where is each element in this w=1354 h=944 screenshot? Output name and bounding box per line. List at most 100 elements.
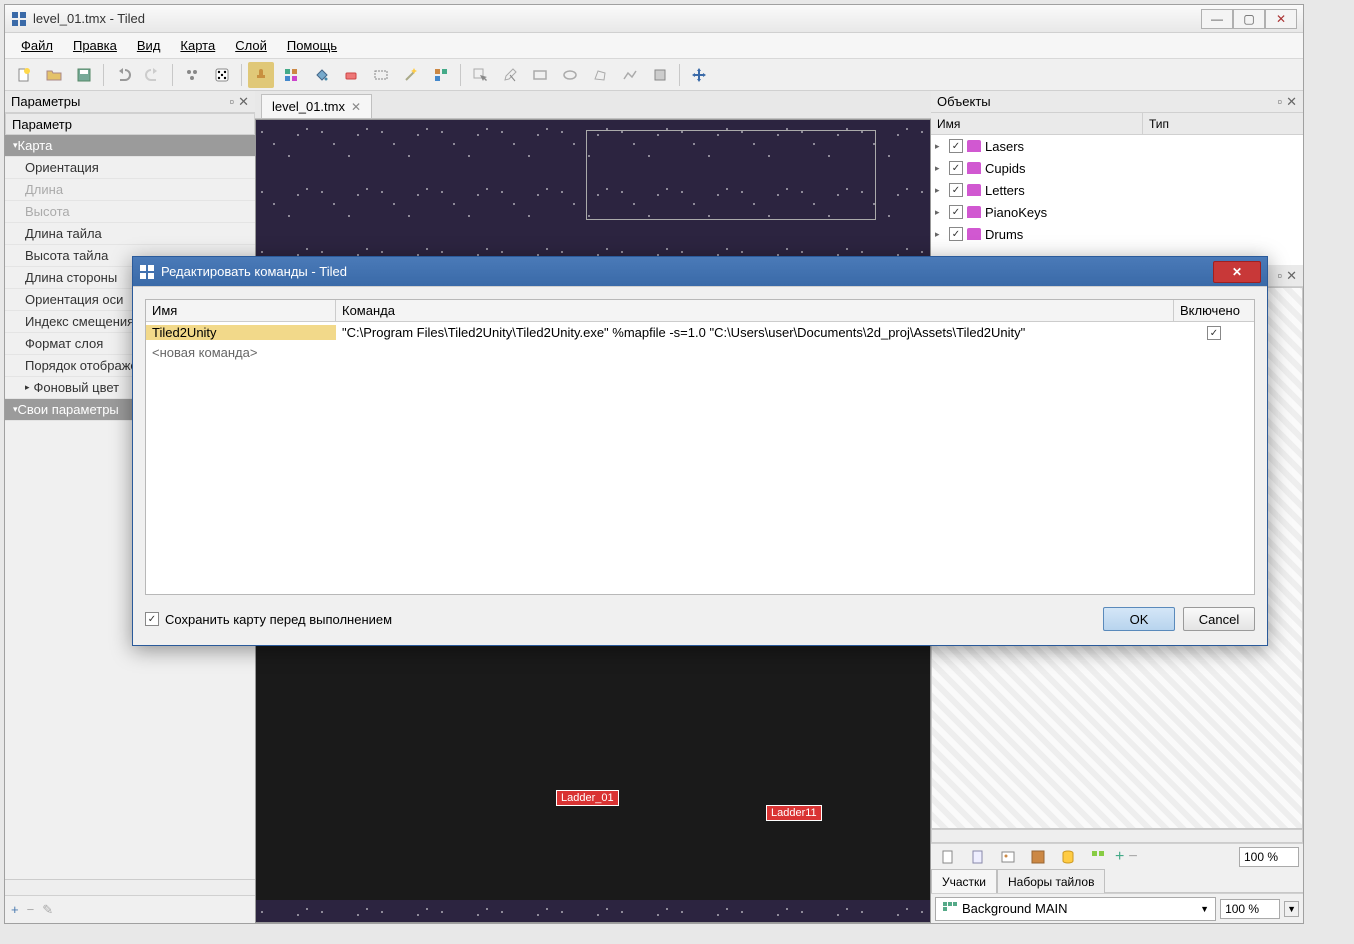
save-icon[interactable] [71,62,97,88]
dialog-close-button[interactable]: ✕ [1213,261,1261,283]
prop-length[interactable]: Длина [5,179,255,201]
disclosure-icon[interactable]: ▸ [935,141,945,152]
object-row[interactable]: ▸ ✓ PianoKeys [931,201,1303,223]
ts-new-icon[interactable] [935,844,961,870]
menu-edit[interactable]: Правка [65,36,125,55]
titlebar: level_01.tmx - Tiled — ▢ ✕ [5,5,1303,33]
command-row[interactable]: Tiled2Unity "C:\Program Files\Tiled2Unit… [146,322,1254,342]
menubar: Файл Правка Вид Карта Слой Помощь [5,33,1303,59]
obj-edit-icon[interactable] [497,62,523,88]
tileset-scrollbar[interactable] [931,829,1303,843]
add-prop-icon[interactable]: + [11,902,19,917]
dock-icon[interactable]: ▫ [1277,94,1282,110]
object-visibility-checkbox[interactable]: ✓ [949,227,963,241]
ts-db-icon[interactable] [1055,844,1081,870]
prop-orientation[interactable]: Ориентация [5,157,255,179]
minimize-button[interactable]: — [1201,9,1233,29]
ts-grid-icon[interactable] [1085,844,1111,870]
prop-tile-length[interactable]: Длина тайла [5,223,255,245]
dialog-title: Редактировать команды - Tiled [161,264,1213,279]
tile-obj-icon[interactable] [647,62,673,88]
command-name[interactable]: Tiled2Unity [146,325,336,340]
disclosure-icon[interactable]: ▸ [935,229,945,240]
cancel-button[interactable]: Cancel [1183,607,1255,631]
disclosure-icon[interactable]: ▸ [935,163,945,174]
ts-doc-icon[interactable] [965,844,991,870]
col-name-header[interactable]: Имя [146,300,336,321]
ts-image-icon[interactable] [995,844,1021,870]
object-row[interactable]: ▸✓Lasers [931,135,1303,157]
command-icon[interactable] [179,62,205,88]
command-text[interactable]: "C:\Program Files\Tiled2Unity\Tiled2Unit… [336,325,1174,340]
properties-panel-header: Параметры ▫✕ [5,91,255,113]
prop-group-map[interactable]: Карта [5,135,255,157]
save-before-checkbox[interactable]: ✓ Сохранить карту перед выполнением [145,612,392,627]
ellipse-tool-icon[interactable] [557,62,583,88]
polygon-tool-icon[interactable] [587,62,613,88]
scrollbar-h[interactable] [5,879,255,895]
ts-export-icon[interactable] [1025,844,1051,870]
main-zoom[interactable]: 100 % [1220,899,1280,919]
ts-add-icon[interactable]: + [1115,848,1124,866]
open-icon[interactable] [41,62,67,88]
maximize-button[interactable]: ▢ [1233,9,1265,29]
menu-help[interactable]: Помощь [279,36,345,55]
stamp-tool-icon[interactable] [248,62,274,88]
prop-height[interactable]: Высота [5,201,255,223]
object-row[interactable]: ▸✓Drums [931,223,1303,245]
objects-panel-header: Объекты ▫✕ [931,91,1303,113]
object-visibility-checkbox[interactable]: ✓ [949,205,963,219]
ts-remove-icon[interactable]: − [1128,848,1137,866]
object-visibility-checkbox[interactable]: ✓ [949,161,963,175]
dock-icon[interactable]: ▫ [229,94,234,110]
redo-icon[interactable] [140,62,166,88]
object-visibility-checkbox[interactable]: ✓ [949,139,963,153]
object-visibility-checkbox[interactable]: ✓ [949,183,963,197]
tab-patches[interactable]: Участки [931,869,997,893]
ok-button[interactable]: OK [1103,607,1175,631]
commands-table: Имя Команда Включено Tiled2Unity "C:\Pro… [145,299,1255,595]
tab-close-icon[interactable]: ✕ [351,100,361,114]
wand-tool-icon[interactable] [398,62,424,88]
app-icon [11,11,27,27]
command-enabled-checkbox[interactable]: ✓ [1207,326,1221,340]
object-name: PianoKeys [985,205,1047,220]
menu-map[interactable]: Карта [172,36,223,55]
object-label-ladder11[interactable]: Ladder11 [766,805,822,821]
disclosure-icon[interactable]: ▸ [935,207,945,218]
undo-icon[interactable] [110,62,136,88]
close-button[interactable]: ✕ [1265,9,1297,29]
document-tab[interactable]: level_01.tmx ✕ [261,94,372,118]
new-command-row[interactable]: <новая команда> [146,342,1254,362]
obj-select-icon[interactable] [467,62,493,88]
tileset-zoom[interactable]: 100 % [1239,847,1299,867]
bucket-tool-icon[interactable] [308,62,334,88]
rect-tool-icon[interactable] [527,62,553,88]
object-row[interactable]: ▸ ✓ Letters [931,179,1303,201]
menu-view[interactable]: Вид [129,36,169,55]
remove-prop-icon[interactable]: − [27,902,35,917]
random-icon[interactable] [209,62,235,88]
panel-close-icon[interactable]: ✕ [1286,94,1297,110]
move-icon[interactable] [686,62,712,88]
properties-column-header: Параметр [5,113,255,135]
edit-prop-icon[interactable]: ✎ [42,902,53,918]
object-label-ladder01[interactable]: Ladder_01 [556,790,619,806]
select-same-icon[interactable] [428,62,454,88]
zoom-dropdown-icon[interactable]: ▼ [1284,901,1299,917]
eraser-tool-icon[interactable] [338,62,364,88]
object-row[interactable]: ▸✓Cupids [931,157,1303,179]
object-name: Letters [985,183,1025,198]
disclosure-icon[interactable]: ▸ [935,185,945,196]
panel-close-icon[interactable]: ✕ [238,94,249,110]
menu-file[interactable]: Файл [13,36,61,55]
col-enabled-header[interactable]: Включено [1174,300,1254,321]
menu-layer[interactable]: Слой [227,36,275,55]
select-rect-icon[interactable] [368,62,394,88]
tileset-select[interactable]: Background MAIN ▼ [935,897,1216,921]
col-command-header[interactable]: Команда [336,300,1174,321]
new-icon[interactable] [11,62,37,88]
polyline-tool-icon[interactable] [617,62,643,88]
tab-tilesets[interactable]: Наборы тайлов [997,869,1105,893]
terrain-tool-icon[interactable] [278,62,304,88]
